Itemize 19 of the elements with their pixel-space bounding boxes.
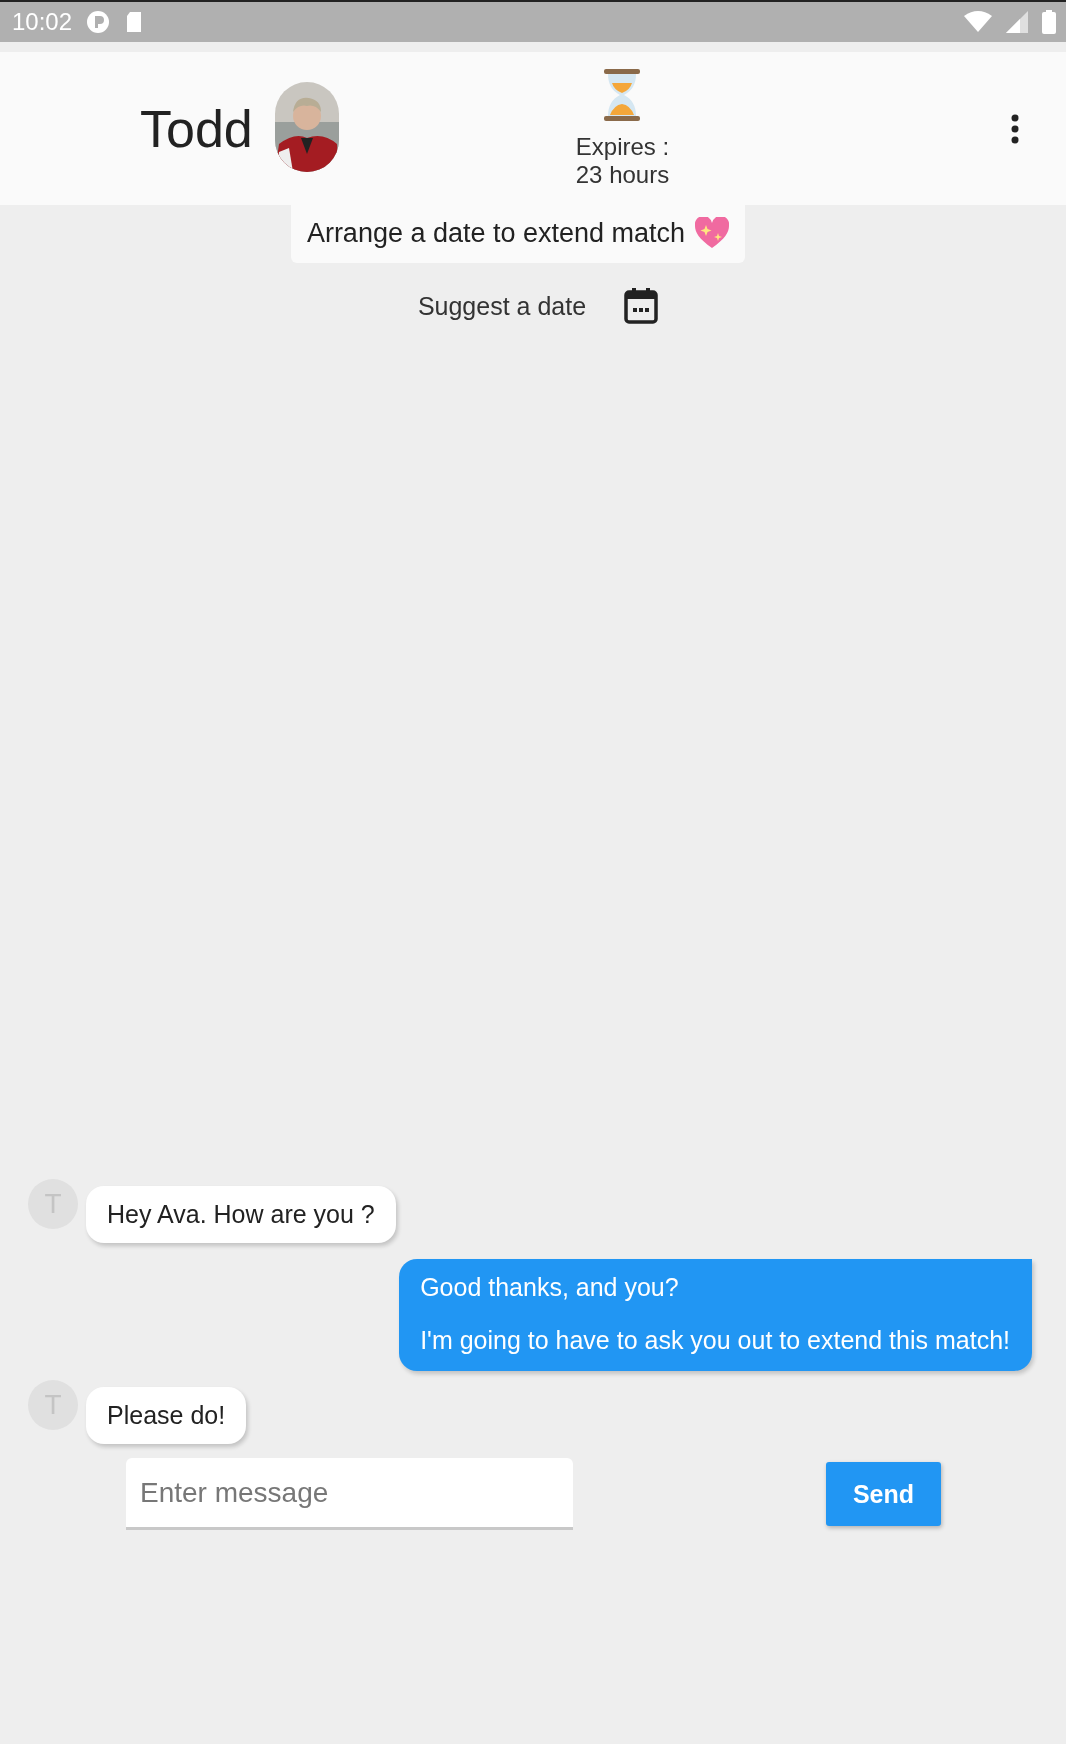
message-text: I'm going to have to ask you out to extend this match! — [420, 1326, 1010, 1355]
signal-icon — [1006, 11, 1028, 33]
status-time: 10:02 — [12, 8, 73, 36]
message-input[interactable]: Enter message — [126, 1458, 573, 1530]
message-text: Hey Ava. How are you ? — [107, 1200, 375, 1229]
message-text: Good thanks, and you? — [420, 1273, 680, 1302]
expiry-value: 23 hours — [575, 160, 670, 189]
calendar-icon[interactable] — [624, 288, 659, 324]
suggest-date-link[interactable]: Suggest a date — [417, 291, 587, 321]
sparkling-heart-icon — [695, 217, 730, 249]
contact-name: Todd — [140, 98, 253, 159]
expiry-label: Expires : — [575, 132, 670, 161]
banner-text: Arrange a date to extend match — [306, 217, 686, 249]
more-options-icon[interactable] — [1010, 113, 1020, 144]
battery-icon — [1042, 10, 1056, 34]
wifi-icon — [964, 11, 992, 33]
notification-icon — [86, 10, 111, 34]
hourglass-icon — [602, 68, 643, 121]
message-text: Please do! — [107, 1401, 226, 1430]
